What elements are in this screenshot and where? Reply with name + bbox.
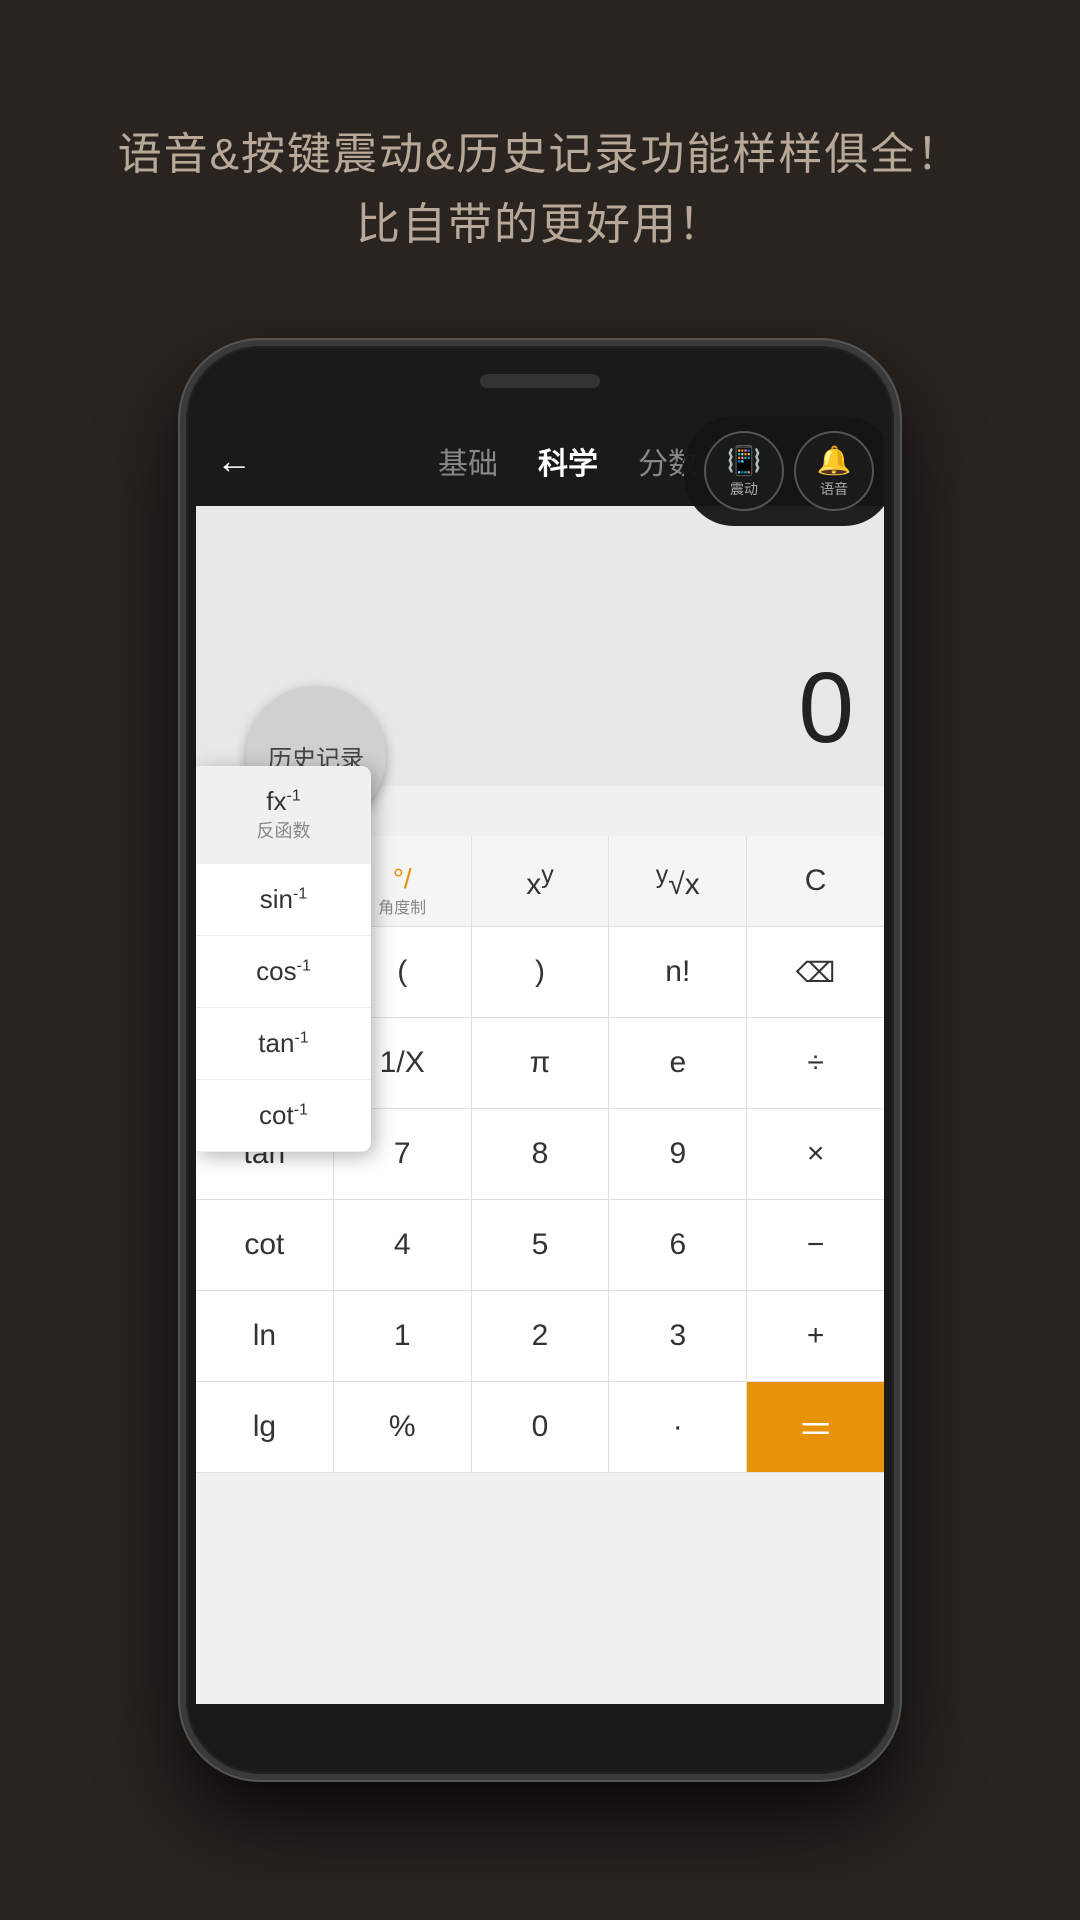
key-e[interactable]: e <box>609 1018 747 1108</box>
key-0[interactable]: 0 <box>472 1382 610 1472</box>
phone-btn-left2 <box>180 606 182 686</box>
key-9[interactable]: 9 <box>609 1109 747 1199</box>
toolbar-icons-popup: 📳 震动 🔔 语音 <box>684 416 884 526</box>
key-3[interactable]: 3 <box>609 1291 747 1381</box>
voice-icon-btn[interactable]: 🔔 语音 <box>794 431 874 511</box>
key-power[interactable]: xy <box>472 836 610 926</box>
key-2[interactable]: 2 <box>472 1291 610 1381</box>
phone-screen: ← 基础 科学 分数 📳 震动 🔔 语音 <box>196 416 884 1704</box>
promo-line2: 比自带的更好用！ <box>60 190 1020 260</box>
key-clear[interactable]: C <box>747 836 884 926</box>
vibrate-label: 震动 <box>730 479 758 499</box>
display-area: 0 历史记录 <box>196 506 884 786</box>
vibrate-icon: 📳 <box>727 444 762 477</box>
phone-btn-left3 <box>180 716 182 796</box>
key-delete[interactable]: ⌫ <box>747 927 884 1017</box>
key-rparen[interactable]: ) <box>472 927 610 1017</box>
phone-frame: ← 基础 科学 分数 📳 震动 🔔 语音 <box>180 340 900 1780</box>
key-6[interactable]: 6 <box>609 1200 747 1290</box>
key-5[interactable]: 5 <box>472 1200 610 1290</box>
vibrate-icon-btn[interactable]: 📳 震动 <box>704 431 784 511</box>
phone-btn-right <box>898 546 900 626</box>
voice-label: 语音 <box>820 479 848 499</box>
key-cot[interactable]: cot <box>196 1200 334 1290</box>
key-percent[interactable]: % <box>334 1382 472 1472</box>
key-dot[interactable]: · <box>609 1382 747 1472</box>
promo-section: 语音&按键震动&历史记录功能样样俱全！ 比自带的更好用！ <box>0 0 1080 321</box>
slide-panel: fx-1 反函数 sin-1 cos-1 tan-1 cot-1 <box>196 766 371 1152</box>
key-lg[interactable]: lg <box>196 1382 334 1472</box>
key-pi[interactable]: π <box>472 1018 610 1108</box>
promo-line1: 语音&按键震动&历史记录功能样样俱全！ <box>60 120 1020 190</box>
back-button[interactable]: ← <box>216 440 252 482</box>
phone-speaker <box>480 374 600 388</box>
panel-item-sin-inv[interactable]: sin-1 <box>196 864 371 936</box>
display-value: 0 <box>798 651 854 766</box>
key-factorial[interactable]: n! <box>609 927 747 1017</box>
panel-item-tan-inv[interactable]: tan-1 <box>196 1008 371 1080</box>
panel-title-item[interactable]: fx-1 反函数 <box>196 766 371 864</box>
tab-basic[interactable]: 基础 <box>438 439 498 483</box>
voice-icon: 🔔 <box>817 444 852 477</box>
key-root[interactable]: y√x <box>609 836 747 926</box>
key-equals[interactable]: ＝ <box>747 1382 884 1472</box>
key-subtract[interactable]: − <box>747 1200 884 1290</box>
key-8[interactable]: 8 <box>472 1109 610 1199</box>
key-row-5: cot 4 5 6 − <box>196 1200 884 1291</box>
key-multiply[interactable]: × <box>747 1109 884 1199</box>
phone-container: ← 基础 科学 分数 📳 震动 🔔 语音 <box>180 340 900 1780</box>
key-4[interactable]: 4 <box>334 1200 472 1290</box>
key-1[interactable]: 1 <box>334 1291 472 1381</box>
key-divide[interactable]: ÷ <box>747 1018 884 1108</box>
toolbar: ← 基础 科学 分数 📳 震动 🔔 语音 <box>196 416 884 506</box>
key-row-6: ln 1 2 3 + <box>196 1291 884 1382</box>
key-ln[interactable]: ln <box>196 1291 334 1381</box>
panel-item-cot-inv[interactable]: cot-1 <box>196 1080 371 1152</box>
tab-science[interactable]: 科学 <box>538 439 598 483</box>
phone-btn-left1 <box>180 526 182 576</box>
key-row-7: lg % 0 · ＝ <box>196 1382 884 1473</box>
key-add[interactable]: + <box>747 1291 884 1381</box>
panel-item-cos-inv[interactable]: cos-1 <box>196 936 371 1008</box>
